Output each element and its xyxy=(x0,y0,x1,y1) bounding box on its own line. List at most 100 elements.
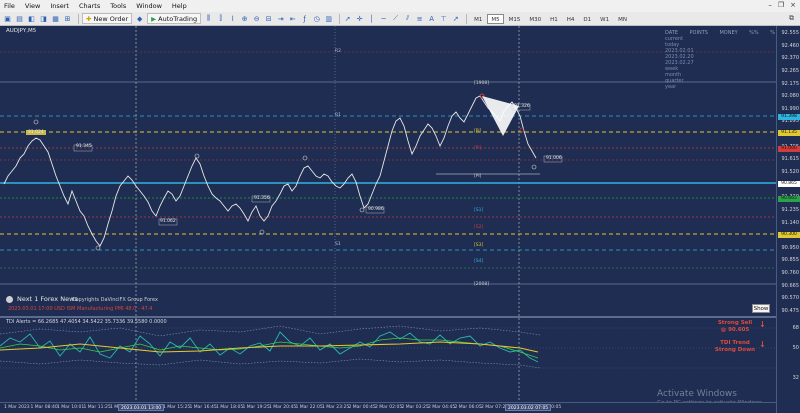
level-label: [Pi] xyxy=(474,146,482,151)
tdi-signal-line xyxy=(0,337,539,359)
timeframe-m30[interactable]: M30 xyxy=(525,14,545,24)
fibonacci-icon[interactable]: ≡ xyxy=(415,14,424,23)
stats-cell: year xyxy=(665,84,677,90)
menu-item-help[interactable]: Help xyxy=(172,2,187,10)
autoscroll-icon[interactable]: ⇥ xyxy=(276,14,285,23)
new-chart-icon[interactable]: ▣ xyxy=(3,14,12,23)
level-label: [2008] xyxy=(474,282,489,287)
horizontal-line-icon[interactable]: ─ xyxy=(379,14,388,23)
label-icon[interactable]: ⊤ xyxy=(439,14,448,23)
menu-item-insert[interactable]: Insert xyxy=(50,2,69,10)
equidistant-channel-icon[interactable]: ⫽ xyxy=(403,14,412,23)
price-label: 91.990 xyxy=(781,105,800,112)
time-marker: 2023.03.01 13:00 xyxy=(118,404,165,411)
stats-row: year xyxy=(665,84,775,90)
close-icon[interactable]: × xyxy=(790,1,796,9)
timeframe-m15[interactable]: M15 xyxy=(505,14,525,24)
autotrading-button[interactable]: ▶ AutoTrading xyxy=(147,13,202,24)
price-label: 90.665 xyxy=(781,282,800,289)
timeframe-bar: M1 M5 M15 M30 H1 H4 D1 W1 MN xyxy=(470,13,632,24)
low-price-label: 90.986 xyxy=(368,207,384,212)
minimize-icon[interactable]: – xyxy=(768,1,772,9)
level-label: [S4] xyxy=(474,259,484,264)
line-chart-icon[interactable]: ⌇ xyxy=(228,14,237,23)
crosshair-icon[interactable]: ✛ xyxy=(355,14,364,23)
trading-platform-window: File View Insert Charts Tools Window Help – ❐ × ▣… xyxy=(0,0,800,413)
menu-item-charts[interactable]: Charts xyxy=(79,2,100,10)
gear-icon[interactable] xyxy=(6,295,13,303)
zoom-out-icon[interactable]: ⊖ xyxy=(252,14,261,23)
news-item[interactable]: 2023.03.01 17:00 USD ISM Manufacturing P… xyxy=(8,306,152,312)
cursor-icon[interactable]: ➚ xyxy=(343,14,352,23)
tester-icon[interactable]: ⊞ xyxy=(63,14,72,23)
profiles-icon[interactable]: ▤ xyxy=(15,14,24,23)
price-label: 92.080 xyxy=(781,93,800,100)
stats-header-cell: %% xyxy=(749,30,759,36)
price-scale[interactable]: 92.555 92.460 92.370 92.265 92.175 92.080 91.9… xyxy=(776,26,800,413)
pivot-label: R1 xyxy=(335,113,341,118)
time-label: 1 Mar 20:45 xyxy=(269,405,297,410)
price-label: 91.520 xyxy=(781,169,800,175)
show-button[interactable]: Show xyxy=(752,304,770,313)
menu-item-window[interactable]: Window xyxy=(136,2,162,10)
signal-strong-sell: Strong Sell @ 90.605 xyxy=(714,320,756,334)
stats-panel: DATE POINTS MONEY%%% current today 2023.02.01… xyxy=(665,30,775,90)
timeframe-w1[interactable]: W1 xyxy=(596,14,613,24)
time-label: 2 Mar 04:45 xyxy=(428,405,456,410)
tile-windows-icon[interactable]: ⊟ xyxy=(264,14,273,23)
fractal-down xyxy=(359,207,365,213)
text-icon[interactable]: A xyxy=(427,14,436,23)
menu-bar: File View Insert Charts Tools Window Help – ❐ × xyxy=(0,0,800,12)
vertical-line-icon[interactable]: │ xyxy=(367,14,376,23)
signal-tdi-trend: TDI Trend Strong Down xyxy=(714,340,756,354)
time-label: 1 Mar 23:25 xyxy=(322,405,350,410)
market-watch-icon[interactable]: ◧ xyxy=(27,14,36,23)
arrows-icon[interactable]: ↗ xyxy=(451,14,460,23)
price-tag: 90.300 xyxy=(778,232,800,238)
subwindow-separator[interactable] xyxy=(0,316,776,318)
toolbar: ▣ ▤ ◧ ◨ ▦ ⊞ ✚ New Order ◆ ▶ AutoTrading ⫼ … xyxy=(0,12,800,26)
bar-chart-icon[interactable]: ⫼ xyxy=(204,14,213,23)
price-label: 91.615 xyxy=(781,156,800,163)
menu-item-file[interactable]: File xyxy=(4,2,15,10)
level-label: [S3] xyxy=(474,243,484,248)
templates-icon[interactable]: ▥ xyxy=(324,14,333,23)
level-label: [S1] xyxy=(474,208,484,213)
time-label: 2 Mar 06:05 xyxy=(454,405,482,410)
menu-item-tools[interactable]: Tools xyxy=(110,2,126,10)
candlestick-icon[interactable]: ⫿ xyxy=(216,14,225,23)
navigator-icon[interactable]: ◨ xyxy=(39,14,48,23)
menu-item-view[interactable]: View xyxy=(25,2,40,10)
fractal-up xyxy=(302,155,308,161)
time-label: 1 Mar 08:40 xyxy=(30,405,58,410)
timeframe-m1[interactable]: M1 xyxy=(470,14,486,24)
timeframe-h4[interactable]: H4 xyxy=(563,14,579,24)
restore-icon[interactable]: ❐ xyxy=(778,1,784,9)
periods-icon[interactable]: ◷ xyxy=(312,14,321,23)
news-copyright: Copyrights DaVinciFX Group Forex xyxy=(72,297,158,303)
new-order-button[interactable]: ✚ New Order xyxy=(82,13,133,24)
trendline-icon[interactable]: ⟋ xyxy=(391,14,400,23)
price-label: 90.855 xyxy=(781,257,800,264)
level-label: [Pi] xyxy=(474,129,482,134)
level-label: [1908] xyxy=(474,81,489,86)
indicators-icon[interactable]: ƒ xyxy=(300,14,309,23)
tdi-level-label: 68 xyxy=(792,325,799,331)
time-label: 1 Mar 16:45 xyxy=(189,405,217,410)
timeframe-m5[interactable]: M5 xyxy=(487,13,504,24)
fractal-up xyxy=(194,153,200,159)
timeframe-mn[interactable]: MN xyxy=(614,14,631,24)
chart-shift-icon[interactable]: ⇤ xyxy=(288,14,297,23)
timeframe-h1[interactable]: H1 xyxy=(546,14,562,24)
price-label: 92.460 xyxy=(781,42,800,49)
pivot-label: R2 xyxy=(335,49,341,54)
terminal-icon[interactable]: ▦ xyxy=(51,14,60,23)
time-axis[interactable]: 1 Mar 2023 1 Mar 08:40 1 Mar 10:01 1 Mar 11… xyxy=(0,402,776,413)
stats-header-cell: % xyxy=(770,30,775,36)
timeframe-d1[interactable]: D1 xyxy=(579,14,595,24)
toolbar-separator xyxy=(466,13,468,24)
metaeditor-icon[interactable]: ◆ xyxy=(135,14,144,23)
pivot-label: S1 xyxy=(335,242,341,247)
zoom-in-icon[interactable]: ⊕ xyxy=(240,14,249,23)
restore-icon[interactable]: ⧉ xyxy=(789,14,794,23)
